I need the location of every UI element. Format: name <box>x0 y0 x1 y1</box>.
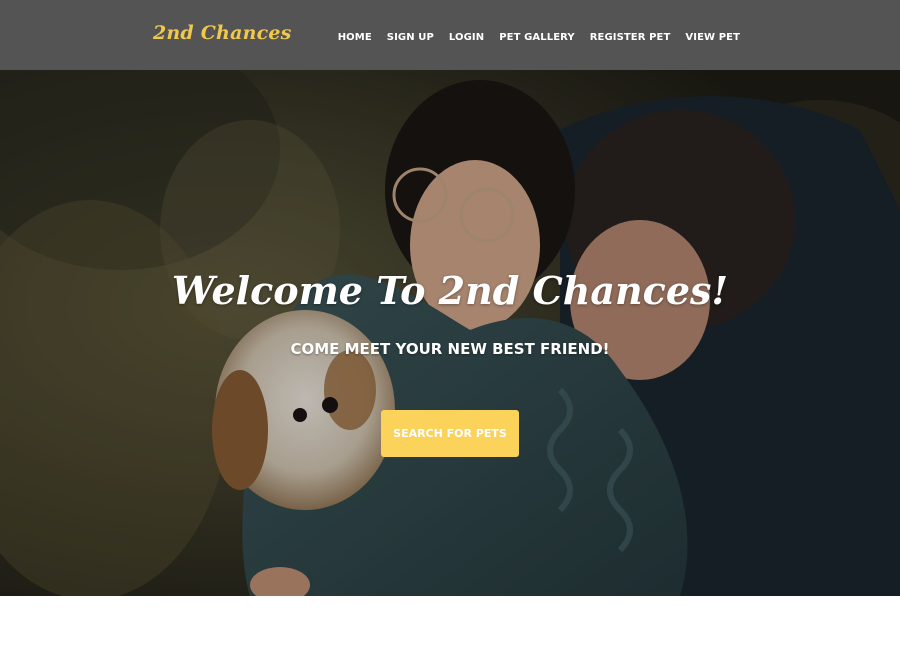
hero-subtitle: COME MEET YOUR NEW BEST FRIEND! <box>290 340 610 358</box>
hero-overlay <box>0 70 900 596</box>
hero-section: Welcome To 2nd Chances! COME MEET YOUR N… <box>0 70 900 596</box>
nav-item-login: LOGIN <box>449 27 484 45</box>
nav-link-home[interactable]: HOME <box>338 32 372 43</box>
nav-link-register-pet[interactable]: REGISTER PET <box>590 32 671 43</box>
nav-item-sign-up: SIGN UP <box>387 27 434 45</box>
nav-link-pet-gallery[interactable]: PET GALLERY <box>499 32 574 43</box>
below-hero-area <box>0 596 900 650</box>
nav-item-view-pet: VIEW PET <box>685 27 740 45</box>
nav-item-register-pet: REGISTER PET <box>590 27 671 45</box>
nav-item-pet-gallery: PET GALLERY <box>499 27 574 45</box>
search-for-pets-button[interactable]: SEARCH FOR PETS <box>381 410 519 457</box>
nav-links: HOME SIGN UP LOGIN PET GALLERY REGISTER … <box>323 27 740 45</box>
nav-link-view-pet[interactable]: VIEW PET <box>685 32 740 43</box>
navbar: 2nd Chances HOME SIGN UP LOGIN PET GALLE… <box>0 0 900 70</box>
brand-logo[interactable]: 2nd Chances <box>153 22 292 44</box>
nav-item-home: HOME <box>338 27 372 45</box>
hero-title: Welcome To 2nd Chances! <box>171 268 729 313</box>
nav-link-login[interactable]: LOGIN <box>449 32 484 43</box>
nav-link-sign-up[interactable]: SIGN UP <box>387 32 434 43</box>
